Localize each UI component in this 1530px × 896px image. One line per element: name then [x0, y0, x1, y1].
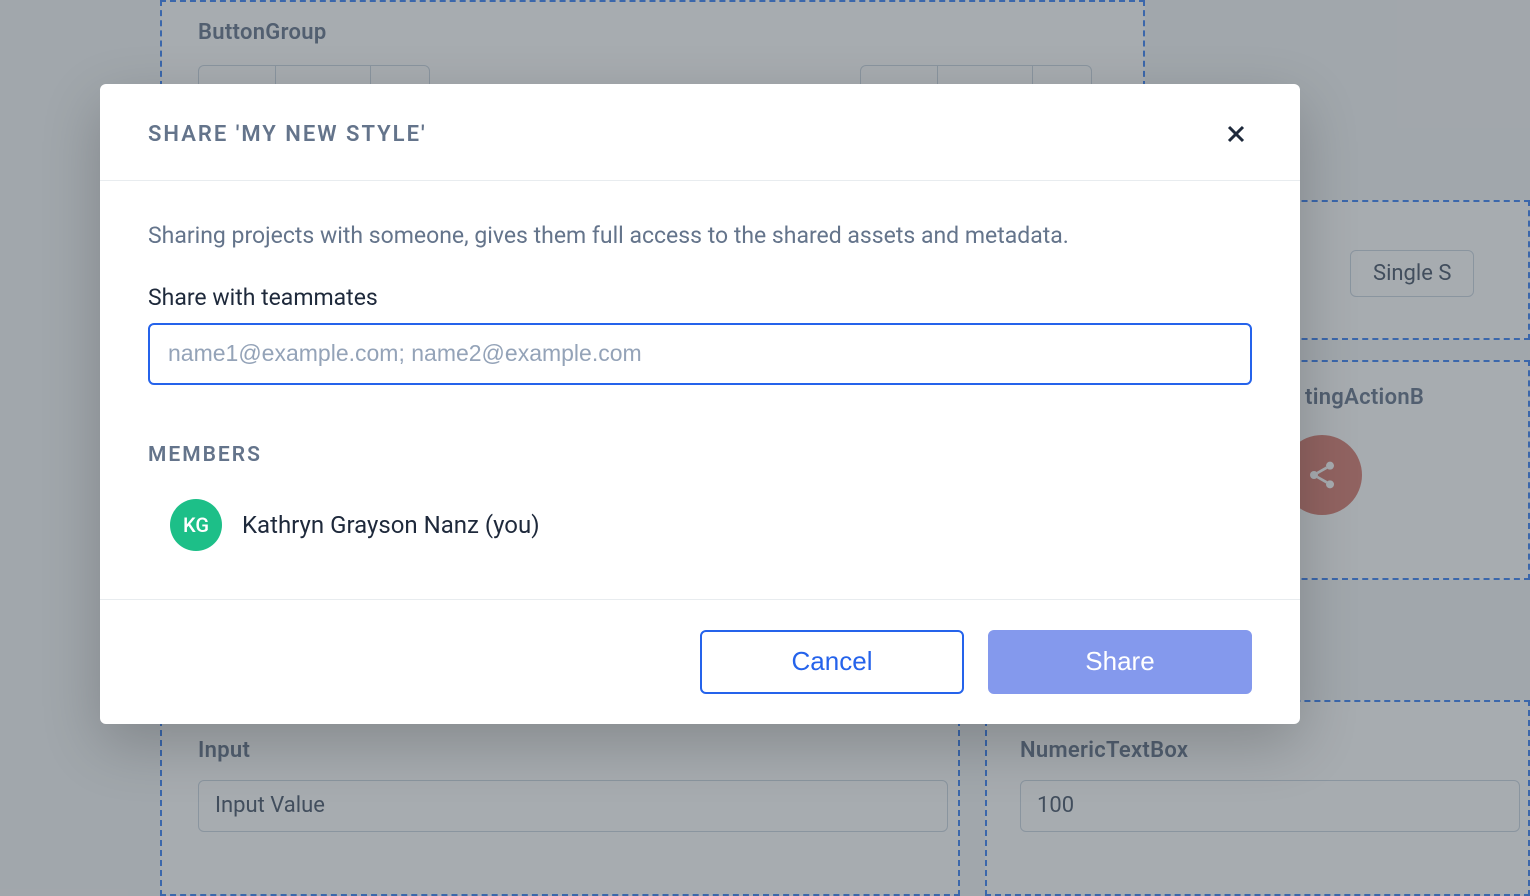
- member-row: KG Kathryn Grayson Nanz (you): [148, 499, 1252, 551]
- share-with-label: Share with teammates: [148, 284, 1252, 311]
- cancel-button[interactable]: Cancel: [700, 630, 964, 694]
- modal-footer: Cancel Share: [100, 599, 1300, 724]
- members-heading: MEMBERS: [148, 443, 1252, 467]
- email-input[interactable]: [148, 323, 1252, 385]
- member-name: Kathryn Grayson Nanz (you): [242, 511, 540, 539]
- close-button[interactable]: [1220, 118, 1252, 150]
- share-modal: SHARE 'MY NEW STYLE' Sharing projects wi…: [100, 84, 1300, 724]
- share-button[interactable]: Share: [988, 630, 1252, 694]
- share-description: Sharing projects with someone, gives the…: [148, 219, 1252, 254]
- modal-title: SHARE 'MY NEW STYLE': [148, 122, 427, 147]
- modal-header: SHARE 'MY NEW STYLE': [100, 84, 1300, 181]
- close-icon: [1224, 122, 1248, 146]
- modal-body: Sharing projects with someone, gives the…: [100, 181, 1300, 599]
- avatar: KG: [170, 499, 222, 551]
